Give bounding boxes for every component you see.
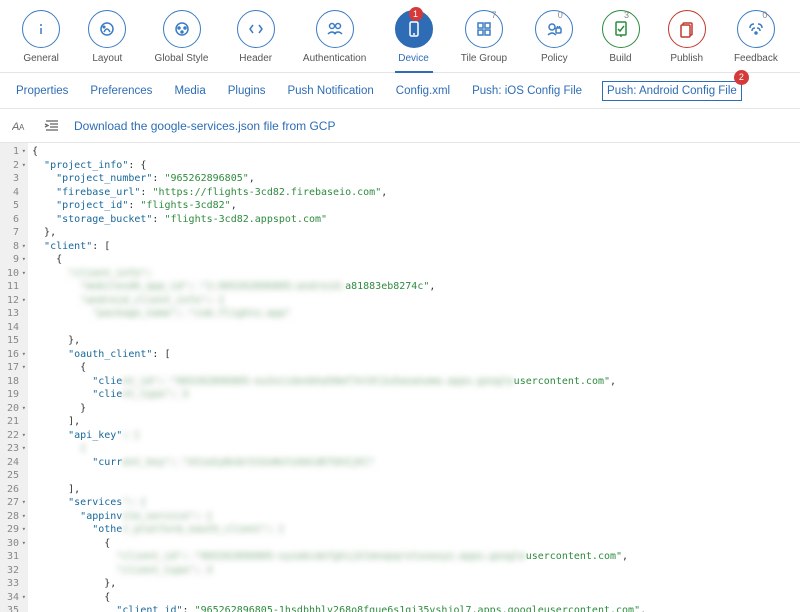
layout-icon — [88, 10, 126, 48]
code-line[interactable]: { — [32, 537, 800, 551]
toolbar-label: Tile Group — [461, 53, 507, 64]
main-toolbar: General Layout Global Style Header Authentic… — [0, 0, 800, 73]
code-line[interactable]: "project_info": { — [32, 159, 800, 173]
tab-media[interactable]: Media — [172, 81, 207, 101]
code-line[interactable]: }, — [32, 334, 800, 348]
toolbar-label: General — [23, 53, 59, 64]
code-line[interactable]: "mobilesdk_app_id": "1:965262896805:andr… — [32, 280, 800, 294]
tab-push-android[interactable]: Push: Android Config File2 — [602, 81, 742, 101]
general-icon — [22, 10, 60, 48]
code-line[interactable]: { — [32, 591, 800, 605]
code-line[interactable]: }, — [32, 226, 800, 240]
tab-plugins[interactable]: Plugins — [226, 81, 268, 101]
toolbar-label: Policy — [541, 53, 568, 64]
toolbar-item-authentication[interactable]: Authentication — [303, 10, 366, 64]
toolbar-label: Global Style — [155, 53, 209, 64]
tab-push-ios[interactable]: Push: iOS Config File — [470, 81, 584, 101]
code-line[interactable]: "client_id": "965262896805-xyzabcdefghij… — [32, 550, 800, 564]
svg-text:A: A — [19, 123, 25, 132]
toolbar-label: Build — [609, 53, 631, 64]
code-line[interactable] — [32, 321, 800, 335]
toolbar-item-device[interactable]: 1 Device — [395, 10, 433, 64]
toolbar-badge: 0 — [758, 8, 772, 22]
code-line[interactable]: { — [32, 253, 800, 267]
tab-preferences[interactable]: Preferences — [88, 81, 154, 101]
code-line[interactable]: "appinvite_service": { — [32, 510, 800, 524]
action-bar: AA Download the google-services.json fil… — [0, 109, 800, 143]
code-line[interactable]: { — [32, 361, 800, 375]
toolbar-label: Authentication — [303, 53, 366, 64]
toolbar-badge: 7 — [487, 8, 501, 22]
code-line[interactable]: }, — [32, 577, 800, 591]
authentication-icon — [316, 10, 354, 48]
download-link[interactable]: Download the google-services.json file f… — [74, 119, 335, 133]
code-line[interactable]: "client_id": "965262896805-1hsdbhhlv268o… — [32, 604, 800, 612]
code-line[interactable]: "current_key": "AIzaSyBxQrStUvWxYzAbCdEf… — [32, 456, 800, 470]
tab-badge: 2 — [734, 70, 749, 85]
code-line[interactable]: "firebase_url": "https://flights-3cd82.f… — [32, 186, 800, 200]
text-style-icon[interactable]: AA — [10, 116, 30, 136]
code-line[interactable]: } — [32, 402, 800, 416]
toolbar-item-policy[interactable]: 0Policy — [535, 10, 573, 64]
tab-push-notification[interactable]: Push Notification — [285, 81, 375, 101]
code-line[interactable]: "client_type": 3 — [32, 564, 800, 578]
toolbar-item-feedback[interactable]: 0 Feedback — [734, 10, 778, 64]
tab-properties[interactable]: Properties — [14, 81, 70, 101]
toolbar-label: Publish — [670, 53, 703, 64]
toolbar-item-tile-group[interactable]: 7 Tile Group — [461, 10, 507, 64]
code-line[interactable]: "client": [ — [32, 240, 800, 254]
code-line[interactable]: "android_client_info": { — [32, 294, 800, 308]
code-line[interactable] — [32, 469, 800, 483]
toolbar-badge: 1 — [409, 7, 423, 21]
code-line[interactable]: "other_platform_oauth_client": [ — [32, 523, 800, 537]
code-line[interactable]: { — [32, 442, 800, 456]
code-line[interactable]: "oauth_client": [ — [32, 348, 800, 362]
toolbar-item-header[interactable]: Header — [237, 10, 275, 64]
tab-config-xml[interactable]: Config.xml — [394, 81, 452, 101]
toolbar-item-layout[interactable]: Layout — [88, 10, 126, 64]
global-style-icon — [163, 10, 201, 48]
toolbar-label: Device — [398, 53, 429, 64]
toolbar-item-publish[interactable]: Publish — [668, 10, 706, 64]
toolbar-item-general[interactable]: General — [22, 10, 60, 64]
code-line[interactable]: "api_key": [ — [32, 429, 800, 443]
toolbar-badge: 3 — [620, 8, 634, 22]
sub-toolbar: Properties Preferences Media Plugins Push No… — [0, 73, 800, 109]
code-line[interactable]: "storage_bucket": "flights-3cd82.appspot… — [32, 213, 800, 227]
code-line[interactable]: "client_id": "965262896805-ou2oiidenbha5… — [32, 375, 800, 389]
code-line[interactable]: ], — [32, 415, 800, 429]
code-editor[interactable]: 1▾2▾345678▾9▾10▾1112▾13141516▾17▾181920▾… — [0, 143, 800, 612]
editor-code[interactable]: { "project_info": { "project_number": "9… — [28, 143, 800, 612]
header-icon — [237, 10, 275, 48]
code-line[interactable]: "project_number": "965262896805", — [32, 172, 800, 186]
indent-icon[interactable] — [42, 116, 62, 136]
toolbar-label: Header — [239, 53, 272, 64]
code-line[interactable]: "project_id": "flights-3cd82", — [32, 199, 800, 213]
toolbar-label: Layout — [92, 53, 122, 64]
toolbar-label: Feedback — [734, 53, 778, 64]
editor-gutter: 1▾2▾345678▾9▾10▾1112▾13141516▾17▾181920▾… — [0, 143, 28, 612]
toolbar-item-build[interactable]: 3 Build — [602, 10, 640, 64]
toolbar-item-global-style[interactable]: Global Style — [155, 10, 209, 64]
code-line[interactable]: "package_name": "com.flights.app" — [32, 307, 800, 321]
code-line[interactable]: ], — [32, 483, 800, 497]
publish-icon — [668, 10, 706, 48]
code-line[interactable]: "client_type": 3 — [32, 388, 800, 402]
code-line[interactable]: "client_info": — [32, 267, 800, 281]
code-line[interactable]: "services": { — [32, 496, 800, 510]
code-line[interactable]: { — [32, 145, 800, 159]
